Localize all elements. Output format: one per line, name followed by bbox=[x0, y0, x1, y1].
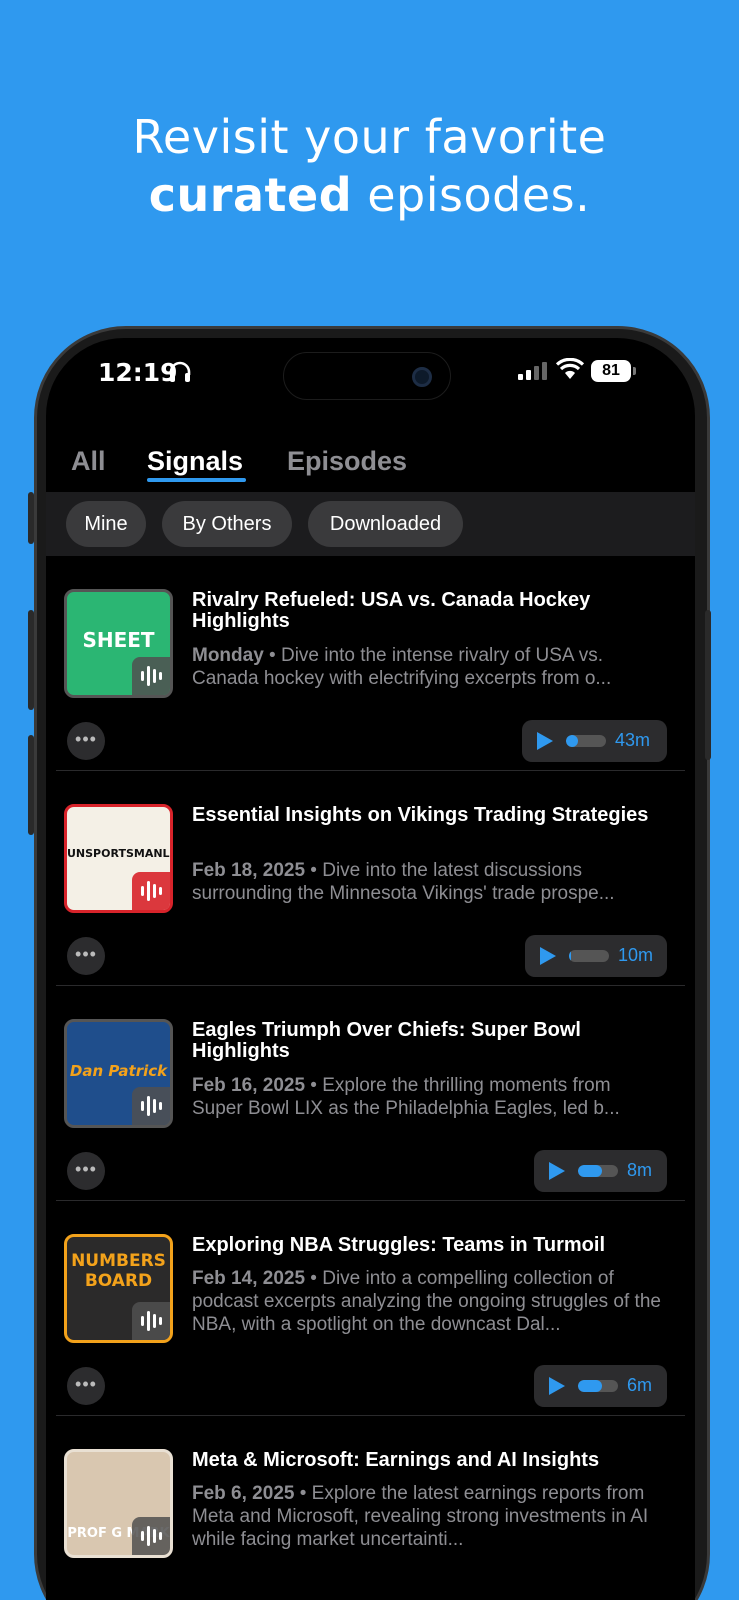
list-item[interactable]: UNSPORTSMANLIKE Essential Insights on Vi… bbox=[46, 771, 695, 986]
episode-artwork[interactable]: Dan Patrick bbox=[64, 1019, 173, 1128]
artwork-title: NUMBERS BOARD bbox=[71, 1251, 166, 1291]
audio-waveform-icon bbox=[132, 657, 170, 695]
audio-waveform-icon bbox=[132, 1517, 170, 1555]
headline-bold-word: curated bbox=[148, 168, 353, 222]
progress-bar bbox=[578, 1380, 618, 1392]
episode-artwork[interactable]: SHEET bbox=[64, 589, 173, 698]
episode-description: Feb 16, 2025 • Explore the thrilling mom… bbox=[192, 1074, 662, 1120]
progress-bar bbox=[569, 950, 609, 962]
volume-up-button bbox=[28, 610, 34, 710]
tab-signals[interactable]: Signals bbox=[147, 446, 243, 477]
episode-description: Feb 18, 2025 • Dive into the latest disc… bbox=[192, 859, 662, 905]
tab-all[interactable]: All bbox=[71, 446, 106, 477]
headline: Revisit your favorite curated episodes. bbox=[0, 108, 739, 224]
headphones-icon bbox=[169, 361, 191, 382]
play-icon bbox=[537, 732, 553, 750]
episode-title[interactable]: Exploring NBA Struggles: Teams in Turmoi… bbox=[192, 1235, 662, 1256]
headline-line-2: curated episodes. bbox=[0, 166, 739, 224]
audio-waveform-icon bbox=[132, 872, 170, 910]
battery-indicator: 81 bbox=[591, 360, 631, 382]
list-item[interactable]: Dan Patrick Eagles Triumph Over Chiefs: … bbox=[46, 986, 695, 1201]
episode-date: Feb 18, 2025 bbox=[192, 860, 306, 881]
artwork-title: Dan Patrick bbox=[69, 1062, 168, 1080]
episode-title[interactable]: Rivalry Refueled: USA vs. Canada Hockey … bbox=[192, 590, 662, 632]
progress-fill bbox=[578, 1165, 602, 1177]
episode-duration: 10m bbox=[618, 945, 654, 965]
more-options-button[interactable]: ••• bbox=[67, 722, 105, 760]
list-item[interactable]: NUMBERS BOARD Exploring NBA Struggles: T… bbox=[46, 1201, 695, 1416]
artwork-title: UNSPORTSMANLIKE bbox=[67, 847, 173, 860]
play-button[interactable]: 43m bbox=[522, 720, 667, 762]
power-button bbox=[705, 610, 711, 760]
play-button[interactable]: 10m bbox=[525, 935, 667, 977]
episode-date: Monday bbox=[192, 645, 264, 666]
status-bar: 12:19 81 bbox=[46, 338, 695, 418]
episode-description: Monday • Dive into the intense rivalry o… bbox=[192, 644, 662, 690]
volume-down-button bbox=[28, 735, 34, 835]
play-icon bbox=[540, 947, 556, 965]
episode-artwork[interactable]: PROF G MARK bbox=[64, 1449, 173, 1558]
audio-waveform-icon bbox=[132, 1087, 170, 1125]
episode-title[interactable]: Meta & Microsoft: Earnings and AI Insigh… bbox=[192, 1450, 662, 1471]
dynamic-island bbox=[283, 352, 451, 400]
progress-bar bbox=[566, 735, 606, 747]
wifi-icon bbox=[556, 358, 584, 379]
episode-title[interactable]: Eagles Triumph Over Chiefs: Super Bowl H… bbox=[192, 1020, 662, 1062]
episode-date: Feb 14, 2025 bbox=[192, 1268, 306, 1289]
episode-artwork[interactable]: NUMBERS BOARD bbox=[64, 1234, 173, 1343]
active-tab-indicator bbox=[147, 478, 246, 482]
more-options-button[interactable]: ••• bbox=[67, 937, 105, 975]
tab-bar: All Signals Episodes bbox=[46, 438, 695, 492]
artwork-title: SHEET bbox=[82, 628, 155, 652]
episode-duration: 6m bbox=[627, 1375, 653, 1395]
progress-bar bbox=[578, 1165, 618, 1177]
more-options-button[interactable]: ••• bbox=[67, 1152, 105, 1190]
tab-episodes[interactable]: Episodes bbox=[287, 446, 407, 477]
cellular-signal-icon bbox=[518, 362, 547, 380]
filter-downloaded[interactable]: Downloaded bbox=[308, 501, 463, 547]
episode-duration: 43m bbox=[615, 730, 651, 750]
progress-fill bbox=[569, 950, 571, 962]
list-item[interactable]: PROF G MARK Meta & Microsoft: Earnings a… bbox=[46, 1416, 695, 1600]
play-button[interactable]: 8m bbox=[534, 1150, 667, 1192]
progress-fill bbox=[578, 1380, 602, 1392]
episode-date: Feb 6, 2025 bbox=[192, 1483, 295, 1504]
camera-icon bbox=[412, 367, 432, 387]
episode-date: Feb 16, 2025 bbox=[192, 1075, 306, 1096]
play-icon bbox=[549, 1162, 565, 1180]
episode-description: Feb 6, 2025 • Explore the latest earning… bbox=[192, 1482, 662, 1551]
phone-screen: 12:19 81 All Signals Episodes Mine By Ot… bbox=[46, 338, 695, 1600]
battery-nub bbox=[633, 367, 636, 375]
episode-duration: 8m bbox=[627, 1160, 653, 1180]
action-button bbox=[28, 492, 34, 544]
filter-mine[interactable]: Mine bbox=[66, 501, 146, 547]
headline-line-1: Revisit your favorite bbox=[132, 110, 607, 164]
episode-title[interactable]: Essential Insights on Vikings Trading St… bbox=[192, 805, 662, 826]
more-options-button[interactable]: ••• bbox=[67, 1367, 105, 1405]
list-item[interactable]: SHEET Rivalry Refueled: USA vs. Canada H… bbox=[46, 556, 695, 771]
episode-description: Feb 14, 2025 • Dive into a compelling co… bbox=[192, 1267, 662, 1336]
headline-rest: episodes. bbox=[352, 168, 591, 222]
filter-bar: Mine By Others Downloaded bbox=[46, 492, 695, 556]
progress-fill bbox=[566, 735, 578, 747]
episode-artwork[interactable]: UNSPORTSMANLIKE bbox=[64, 804, 173, 913]
play-icon bbox=[549, 1377, 565, 1395]
status-time: 12:19 bbox=[98, 358, 178, 387]
filter-by-others[interactable]: By Others bbox=[162, 501, 292, 547]
audio-waveform-icon bbox=[132, 1302, 170, 1340]
play-button[interactable]: 6m bbox=[534, 1365, 667, 1407]
